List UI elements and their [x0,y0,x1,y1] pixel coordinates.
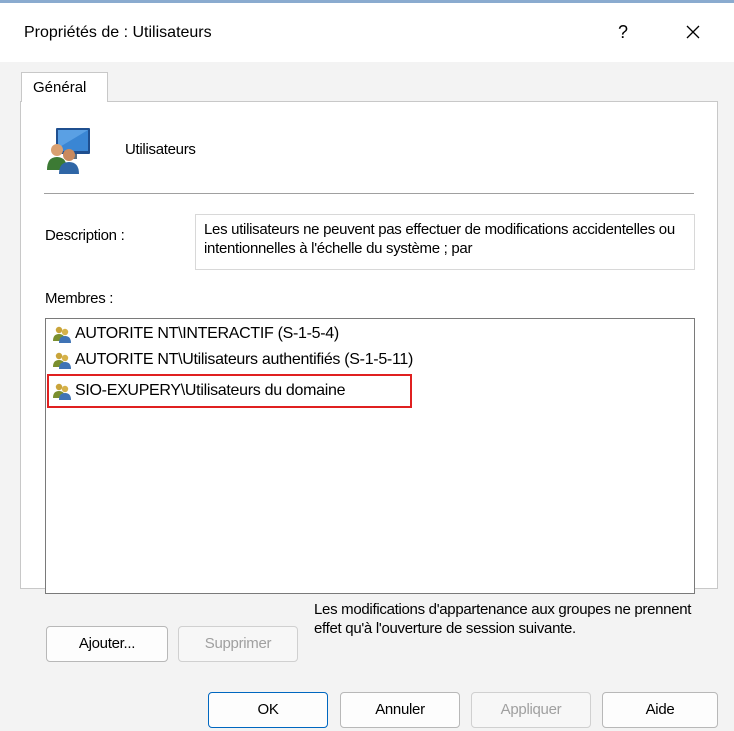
members-label: Membres : [45,290,114,307]
member-item[interactable]: AUTORITE NT\Utilisateurs authentifiés (S… [52,349,413,371]
highlight-box [47,374,412,408]
separator [44,193,694,194]
window-title: Propriétés de : Utilisateurs [24,24,212,41]
users-group-icon [47,128,90,174]
group-name: Utilisateurs [125,141,196,158]
member-name: AUTORITE NT\Utilisateurs authentifiés (S… [75,351,413,368]
membership-note: Les modifications d'appartenance aux gro… [314,601,692,637]
user-pair-icon [53,352,71,369]
close-icon [686,25,700,39]
help-dialog-button[interactable]: Aide [602,692,718,728]
remove-button[interactable]: Supprimer [178,626,298,662]
member-item[interactable]: AUTORITE NT\INTERACTIF (S-1-5-4) [52,323,339,345]
member-name: AUTORITE NT\INTERACTIF (S-1-5-4) [75,325,339,342]
cancel-button[interactable]: Annuler [340,692,460,728]
close-button[interactable] [680,18,706,46]
title-bar: Propriétés de : Utilisateurs ? [0,0,734,62]
description-field[interactable]: Les utilisateurs ne peuvent pas effectue… [195,214,695,270]
description-label: Description : [45,227,125,244]
add-button[interactable]: Ajouter... [46,626,168,662]
tab-general[interactable]: Général [21,72,108,102]
user-pair-icon [53,326,71,343]
members-list[interactable]: AUTORITE NT\INTERACTIF (S-1-5-4) AUTORIT… [45,318,695,594]
properties-dialog: Propriétés de : Utilisateurs ? Général U… [0,0,734,731]
apply-button[interactable]: Appliquer [471,692,591,728]
ok-button[interactable]: OK [208,692,328,728]
title-bar-accent [0,0,734,3]
help-button[interactable]: ? [610,18,636,46]
